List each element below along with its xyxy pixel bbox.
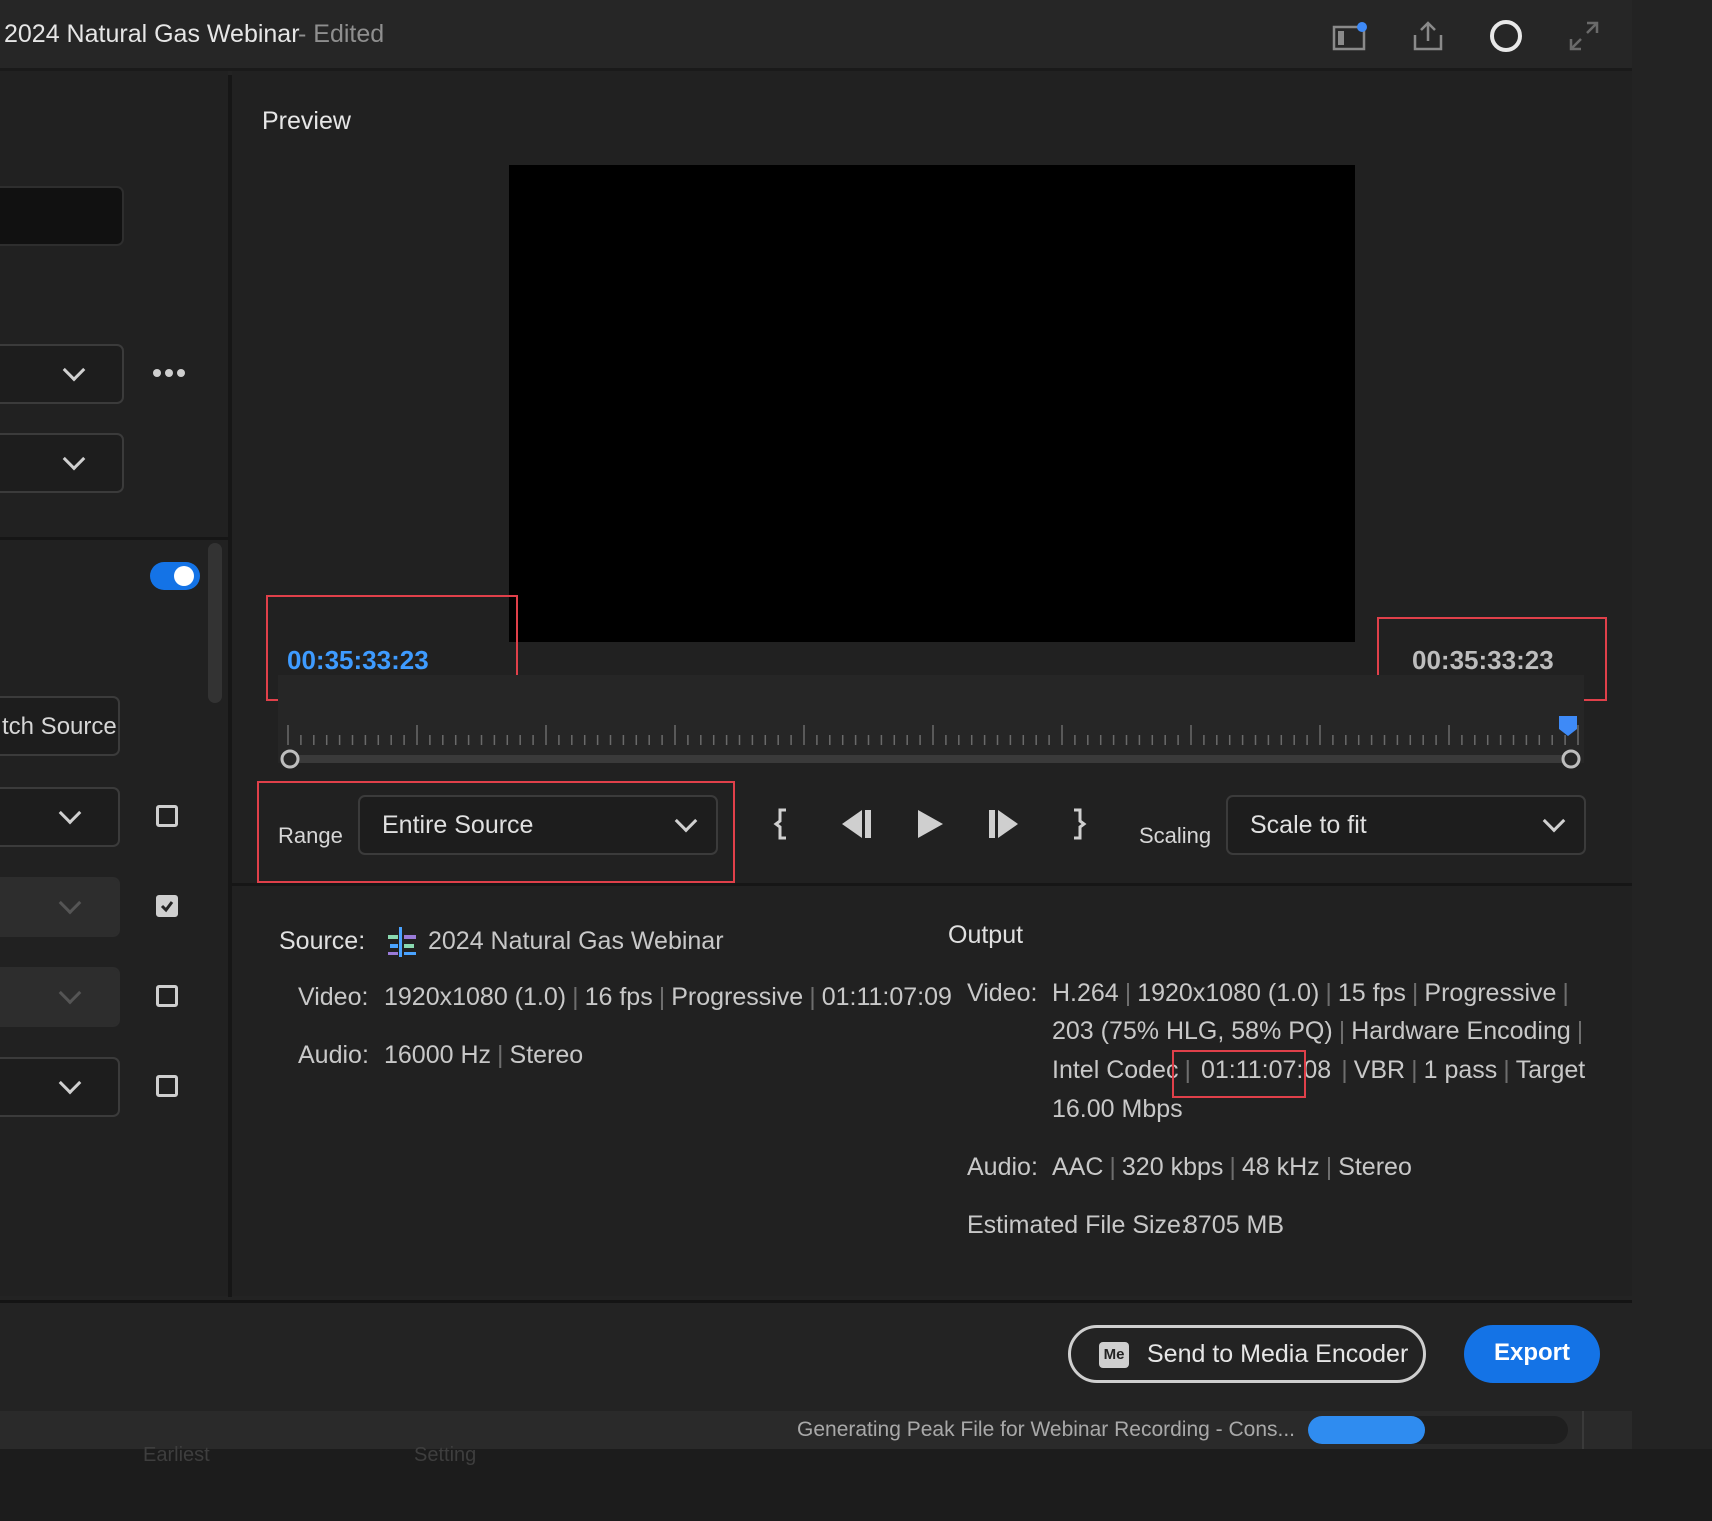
source-video-info: 1920x1080 (1.0) | 16 fps | Progressive | 01:11… bbox=[384, 983, 952, 1011]
chevron-down-icon bbox=[58, 1071, 82, 1095]
filesize-label: Estimated File Size: bbox=[967, 1211, 1188, 1239]
send-to-media-encoder-button[interactable]: Me Send to Media Encoder bbox=[1068, 1325, 1426, 1383]
project-title: 2024 Natural Gas Webinar bbox=[4, 20, 300, 48]
source-video-label: Video: bbox=[298, 983, 369, 1011]
background-text-2: Setting bbox=[414, 1444, 477, 1466]
timecode-in[interactable]: 00:35:33:23 bbox=[287, 645, 429, 676]
progress-fill bbox=[1308, 1416, 1425, 1444]
output-video-label: Video: bbox=[967, 979, 1038, 1007]
format-dropdown[interactable] bbox=[0, 433, 124, 493]
share-icon[interactable] bbox=[1406, 14, 1450, 58]
status-bar: Generating Peak File for Webinar Recordi… bbox=[0, 1411, 1632, 1449]
output-audio-info: AAC | 320 kbps | 48 kHz | Stereo bbox=[1052, 1153, 1412, 1181]
chevron-down-icon bbox=[58, 801, 82, 825]
setting-checkbox-2[interactable] bbox=[156, 895, 178, 917]
section-divider bbox=[0, 537, 228, 540]
chevron-down-icon bbox=[1542, 809, 1566, 833]
chevron-down-icon bbox=[62, 358, 86, 382]
setting-dropdown-3 bbox=[0, 967, 120, 1027]
sequence-icon bbox=[386, 927, 418, 962]
panel-scrollbar[interactable] bbox=[208, 543, 222, 703]
title-bar: 2024 Natural Gas Webinar - Edited bbox=[0, 0, 1632, 71]
background-app-strip: Earliest Setting bbox=[0, 1444, 1712, 1521]
setting-checkbox-3[interactable] bbox=[156, 985, 178, 1007]
scaling-label: Scaling bbox=[1139, 823, 1212, 848]
output-title: Output bbox=[948, 921, 1024, 949]
chevron-down-icon bbox=[674, 809, 698, 833]
preview-title: Preview bbox=[262, 107, 351, 135]
source-audio-label: Audio: bbox=[298, 1041, 369, 1069]
range-label: Range bbox=[278, 823, 343, 848]
chevron-down-icon bbox=[62, 447, 86, 471]
video-preview bbox=[509, 165, 1355, 642]
output-audio-label: Audio: bbox=[967, 1153, 1038, 1181]
background-text-1: Earliest bbox=[143, 1444, 210, 1466]
source-label: Source: bbox=[279, 927, 366, 955]
mark-out-icon[interactable] bbox=[1068, 807, 1088, 846]
export-settings-panel: tch Source bbox=[0, 71, 228, 1296]
chevron-down-icon bbox=[58, 981, 82, 1005]
preview-panel: Preview 00:35:33:23 00:35:33:23 Range En… bbox=[232, 71, 1632, 1296]
preset-dropdown[interactable] bbox=[0, 344, 124, 404]
workspace-icon[interactable] bbox=[1328, 14, 1372, 58]
status-divider bbox=[1582, 1411, 1584, 1449]
source-audio-info: 16000 Hz | Stereo bbox=[384, 1041, 584, 1069]
setting-dropdown-4[interactable] bbox=[0, 1057, 120, 1117]
filesize-value: 8705 MB bbox=[1184, 1211, 1285, 1239]
play-icon[interactable] bbox=[915, 807, 945, 846]
status-text: Generating Peak File for Webinar Recordi… bbox=[797, 1418, 1296, 1441]
progress-ring-icon[interactable] bbox=[1484, 14, 1528, 58]
step-back-icon[interactable] bbox=[838, 807, 874, 846]
more-icon[interactable] bbox=[152, 366, 186, 384]
mark-in-icon[interactable] bbox=[772, 807, 792, 846]
setting-dropdown-1[interactable] bbox=[0, 787, 120, 847]
highlight-box-duration bbox=[1172, 1050, 1306, 1098]
scaling-dropdown[interactable]: Scale to fit bbox=[1226, 795, 1586, 855]
output-video-line4: 16.00 Mbps bbox=[1052, 1095, 1183, 1123]
setting-dropdown-2 bbox=[0, 877, 120, 937]
step-forward-icon[interactable] bbox=[986, 807, 1022, 846]
output-video-line2: 203 (75% HLG, 58% PQ) | Hardware Encoding | bbox=[1052, 1017, 1584, 1045]
timecode-out[interactable]: 00:35:33:23 bbox=[1412, 645, 1554, 676]
export-footer: Me Send to Media Encoder Export bbox=[0, 1300, 1632, 1413]
playhead[interactable] bbox=[1558, 715, 1578, 742]
match-source-button[interactable]: tch Source bbox=[0, 696, 120, 756]
section-toggle[interactable] bbox=[150, 562, 200, 590]
info-divider bbox=[232, 883, 1632, 886]
filename-field[interactable] bbox=[0, 186, 124, 246]
fullscreen-icon[interactable] bbox=[1562, 14, 1606, 58]
setting-checkbox-1[interactable] bbox=[156, 805, 178, 827]
timeline-ruler[interactable] bbox=[278, 711, 1588, 771]
export-button[interactable]: Export bbox=[1464, 1325, 1600, 1383]
progress-bar bbox=[1308, 1416, 1568, 1444]
source-name: 2024 Natural Gas Webinar bbox=[428, 927, 724, 955]
edited-indicator: - Edited bbox=[298, 20, 385, 48]
chevron-down-icon bbox=[58, 891, 82, 915]
media-encoder-icon: Me bbox=[1099, 1342, 1129, 1368]
range-dropdown[interactable]: Entire Source bbox=[358, 795, 718, 855]
setting-checkbox-4[interactable] bbox=[156, 1075, 178, 1097]
output-video-line3: Intel Codec | 01:11:07:08 | VBR | 1 pass | Targe… bbox=[1052, 1056, 1586, 1084]
output-video-line1: H.264 | 1920x1080 (1.0) | 15 fps | Progressive… bbox=[1052, 979, 1569, 1007]
